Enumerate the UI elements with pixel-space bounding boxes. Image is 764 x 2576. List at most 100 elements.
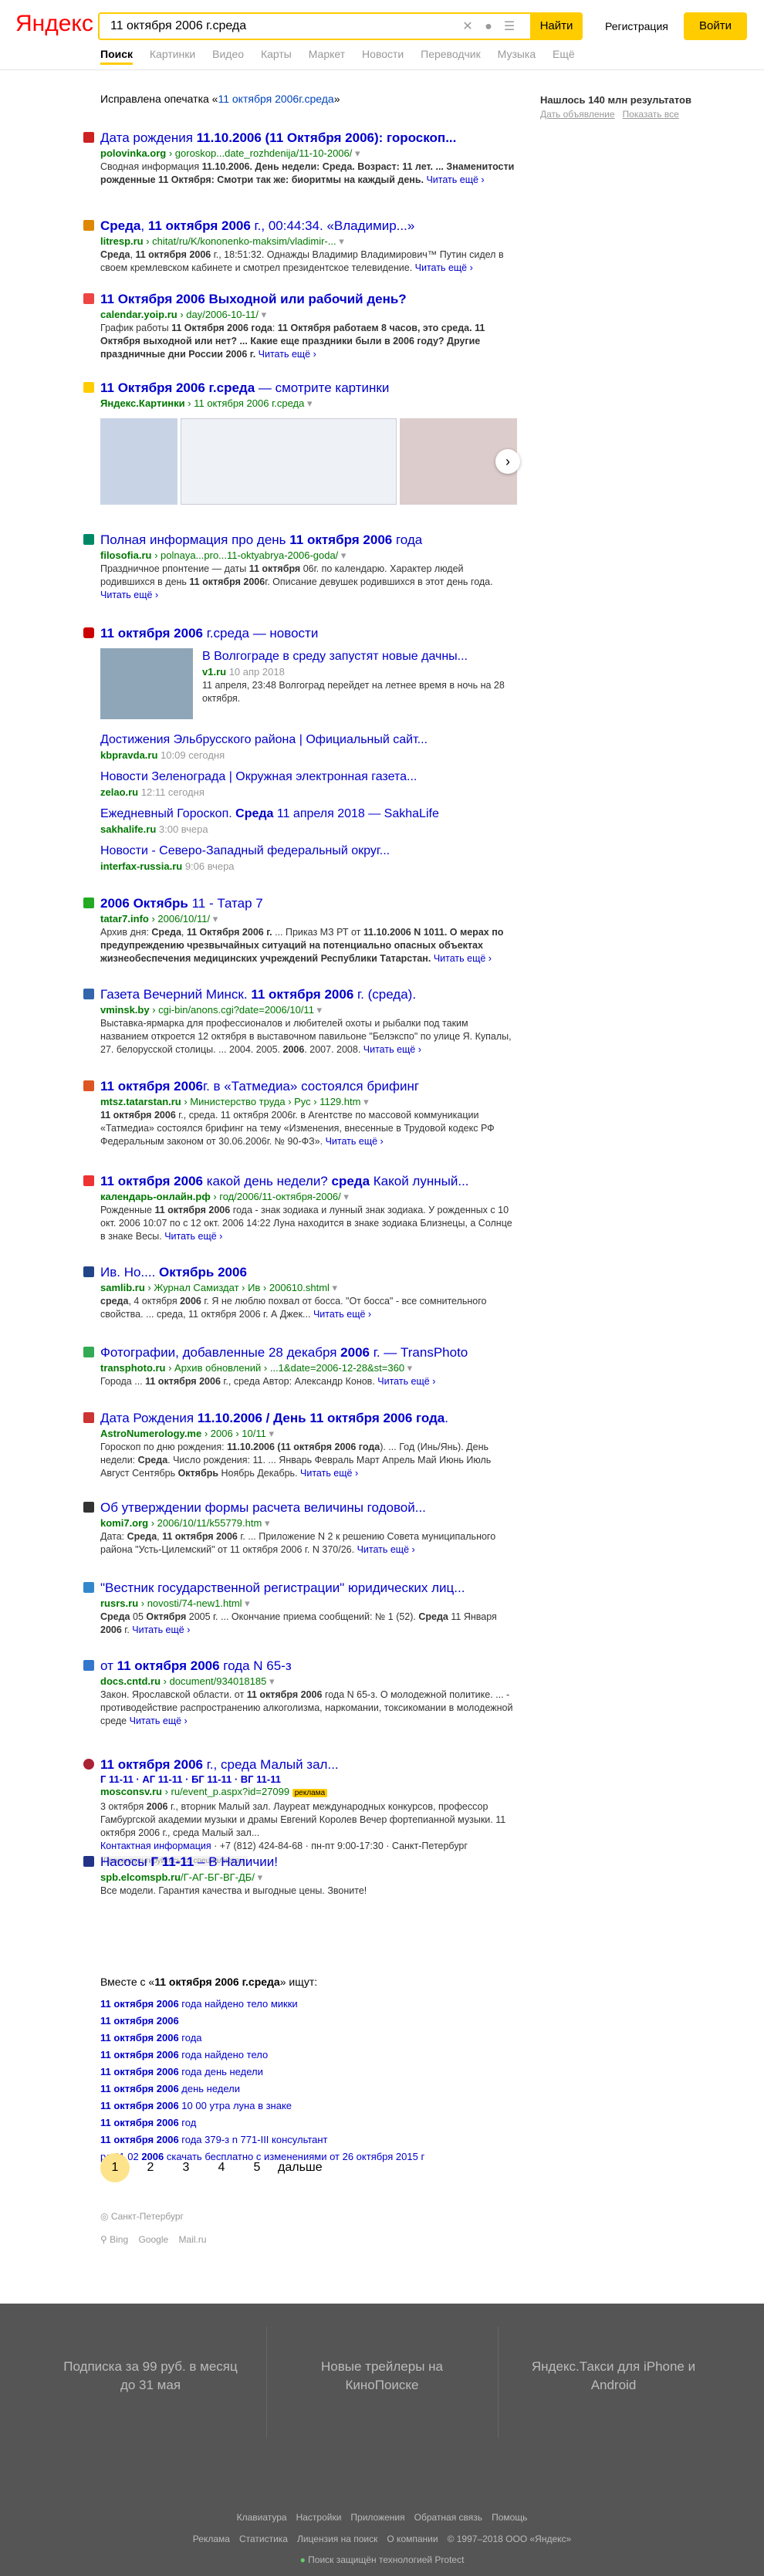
news-item-title[interactable]: Достижения Эльбрусского района | Официал…: [100, 732, 517, 749]
result-url[interactable]: Яндекс.Картинки › 11 октября 2006 г.сред…: [100, 397, 517, 411]
engine-bing[interactable]: Bing: [110, 2234, 128, 2245]
result-url[interactable]: tatar7.info › 2006/10/11/ ▾: [100, 912, 517, 926]
result-url[interactable]: mtsz.tatarstan.ru › Министерство труда ›…: [100, 1095, 517, 1109]
news-item-title[interactable]: В Волгограде в среду запустят новые дачн…: [202, 648, 517, 665]
result-title[interactable]: Ив. Но.... Октябрь 2006: [100, 1264, 517, 1281]
footer-link[interactable]: Клавиатура: [237, 2512, 287, 2523]
tab-video[interactable]: Видео: [212, 48, 244, 60]
region-link[interactable]: ◎ Санкт-Петербург: [100, 2211, 207, 2222]
tab-news[interactable]: Новости: [362, 48, 404, 60]
related-search-link[interactable]: 11 октября 2006 года 379-з n 771-III кон…: [100, 2131, 517, 2148]
related-search-link[interactable]: 11 октября 2006 день недели: [100, 2081, 517, 2098]
engine-google[interactable]: Google: [139, 2234, 169, 2245]
result-url[interactable]: litresp.ru › chitat/ru/K/kononenko-maksi…: [100, 235, 517, 248]
footer-link[interactable]: Приложения: [350, 2512, 404, 2523]
search-input[interactable]: [110, 14, 450, 39]
result-title[interactable]: Газета Вечерний Минск. 11 октября 2006 г…: [100, 986, 517, 1003]
read-more-link[interactable]: Читать ещё ›: [363, 1044, 421, 1055]
result-title[interactable]: Об утверждении формы расчета величины го…: [100, 1499, 517, 1516]
read-more-link[interactable]: Читать ещё ›: [259, 349, 316, 360]
result-url[interactable]: rusrs.ru › novosti/74-new1.html ▾: [100, 1597, 517, 1611]
next-page-link[interactable]: дальше: [278, 2153, 323, 2182]
footer-link[interactable]: Статистика: [239, 2534, 288, 2544]
page-link-3[interactable]: 3: [171, 2153, 201, 2182]
related-search-link[interactable]: 11 октября 2006 года найдено тело микки: [100, 1996, 517, 2013]
read-more-link[interactable]: Читать ещё ›: [434, 953, 492, 964]
promo-plus[interactable]: Подписка за 99 руб. в месяц до 31 мая: [58, 2358, 243, 2395]
typo-fixed-link[interactable]: 11 октября 2006г.среда: [218, 93, 333, 105]
read-more-link[interactable]: Читать ещё ›: [300, 1468, 358, 1479]
related-search-link[interactable]: 11 октября 2006 год: [100, 2115, 517, 2131]
read-more-link[interactable]: Читать ещё ›: [415, 262, 473, 273]
result-title[interactable]: 11 октября 2006г. в «Татмедиа» состоялся…: [100, 1078, 517, 1095]
result-url[interactable]: polovinka.org › goroskop...date_rozhdeni…: [100, 147, 517, 161]
result-url[interactable]: mosconsv.ru › ru/event_p.aspx?id=27099 р…: [100, 1785, 517, 1800]
microphone-icon[interactable]: ●: [482, 20, 495, 34]
result-title[interactable]: Полная информация про день 11 октября 20…: [100, 532, 517, 549]
tab-market[interactable]: Маркет: [309, 48, 345, 60]
read-more-link[interactable]: Читать ещё ›: [357, 1544, 415, 1555]
result-title[interactable]: Дата рождения 11.10.2006 (11 Октября 200…: [100, 130, 517, 147]
read-more-link[interactable]: Читать ещё ›: [313, 1309, 371, 1320]
read-more-link[interactable]: Читать ещё ›: [426, 174, 484, 185]
register-link[interactable]: Регистрация: [605, 20, 668, 32]
find-button[interactable]: Найти: [530, 12, 583, 40]
tab-music[interactable]: Музыка: [498, 48, 536, 60]
result-title[interactable]: 11 Октября 2006 Выходной или рабочий ден…: [100, 291, 517, 308]
keyboard-icon[interactable]: ☰: [502, 20, 516, 34]
promo-taxi[interactable]: Яндекс.Такси для iPhone и Android: [521, 2358, 706, 2395]
contacts-link[interactable]: Контактная информация: [100, 1841, 211, 1851]
page-link-2[interactable]: 2: [136, 2153, 165, 2182]
news-thumbnail[interactable]: [100, 648, 193, 719]
footer-link[interactable]: О компании: [387, 2534, 438, 2544]
footer-link[interactable]: Обратная связь: [414, 2512, 482, 2523]
news-item-title[interactable]: Новости Зеленограда | Окружная электронн…: [100, 769, 517, 786]
result-title[interactable]: Дата Рождения 11.10.2006 / День 11 октяб…: [100, 1410, 517, 1427]
footer-link[interactable]: Реклама: [193, 2534, 230, 2544]
image-thumbnail[interactable]: [100, 418, 177, 505]
tab-more[interactable]: Ещё: [553, 48, 575, 60]
result-url[interactable]: spb.elcomspb.ru/Г-АГ-БГ-ВГ-ДБ/ ▾: [100, 1871, 517, 1885]
footer-link[interactable]: Помощь: [492, 2512, 527, 2523]
result-url[interactable]: transphoto.ru › Архив обновлений › ...1&…: [100, 1361, 517, 1375]
read-more-link[interactable]: Читать ещё ›: [130, 1716, 188, 1726]
read-more-link[interactable]: Читать ещё ›: [326, 1136, 384, 1147]
page-link-1[interactable]: 1: [100, 2153, 130, 2182]
search-box[interactable]: ✕ ● ☰: [98, 12, 530, 40]
result-title[interactable]: 2006 Октябрь 11 - Татар 7: [100, 895, 517, 912]
result-url[interactable]: vminsk.by › cgi-bin/anons.cgi?date=2006/…: [100, 1003, 517, 1017]
tab-images[interactable]: Картинки: [150, 48, 195, 60]
result-title[interactable]: Среда, 11 октября 2006 г., 00:44:34. «Вл…: [100, 218, 517, 235]
related-search-link[interactable]: 11 октября 2006 10 00 утра луна в знаке: [100, 2098, 517, 2115]
page-link-4[interactable]: 4: [207, 2153, 236, 2182]
result-title[interactable]: 11 октября 2006 какой день недели? среда…: [100, 1173, 517, 1190]
tab-translate[interactable]: Переводчик: [421, 48, 481, 60]
related-search-link[interactable]: 11 октября 2006 года: [100, 2030, 517, 2047]
news-item-title[interactable]: Ежедневный Гороскоп. Среда 11 апреля 201…: [100, 806, 517, 823]
related-search-link[interactable]: 11 октября 2006 года день недели: [100, 2064, 517, 2081]
result-title[interactable]: "Вестник государственной регистрации" юр…: [100, 1580, 517, 1597]
page-link-5[interactable]: 5: [242, 2153, 272, 2182]
engine-mail[interactable]: Mail.ru: [179, 2234, 207, 2245]
footer-link[interactable]: Настройки: [296, 2512, 342, 2523]
result-url[interactable]: komi7.org › 2006/10/11/k55779.htm ▾: [100, 1516, 517, 1530]
read-more-link[interactable]: Читать ещё ›: [377, 1376, 435, 1387]
result-url[interactable]: calendar.yoip.ru › day/2006-10-11/ ▾: [100, 308, 517, 322]
footer-link[interactable]: Лицензия на поиск: [297, 2534, 377, 2544]
read-more-link[interactable]: Читать ещё ›: [132, 1624, 190, 1635]
result-title[interactable]: 11 октября 2006 г., среда Малый зал...: [100, 1756, 517, 1773]
tab-maps[interactable]: Карты: [261, 48, 292, 60]
result-title[interactable]: 11 Октября 2006 г.среда — смотрите карти…: [100, 380, 517, 397]
read-more-link[interactable]: Читать ещё ›: [164, 1231, 222, 1242]
ad-sitelinks[interactable]: Г 11-11 · АГ 11-11 · БГ 11-11 · ВГ 11-11: [100, 1773, 517, 1785]
result-title[interactable]: Насосы Г 11-11 – В Наличии!: [100, 1854, 517, 1871]
related-search-link[interactable]: 11 октября 2006: [100, 2013, 517, 2030]
promo-kinopoisk[interactable]: Новые трейлеры на КиноПоиске: [289, 2358, 475, 2395]
footer-link[interactable]: © 1997–2018 ООО «Яндекс»: [448, 2534, 572, 2544]
chevron-right-icon[interactable]: ›: [495, 449, 520, 474]
clear-icon[interactable]: ✕: [461, 20, 475, 34]
result-url[interactable]: календарь-онлайн.рф › год/2006/11-октябр…: [100, 1190, 517, 1204]
show-all-link[interactable]: Показать все: [623, 109, 679, 120]
news-title[interactable]: 11 октября 2006 г.среда — новости: [100, 625, 517, 642]
result-title[interactable]: Фотографии, добавленные 28 декабря 2006 …: [100, 1344, 517, 1361]
